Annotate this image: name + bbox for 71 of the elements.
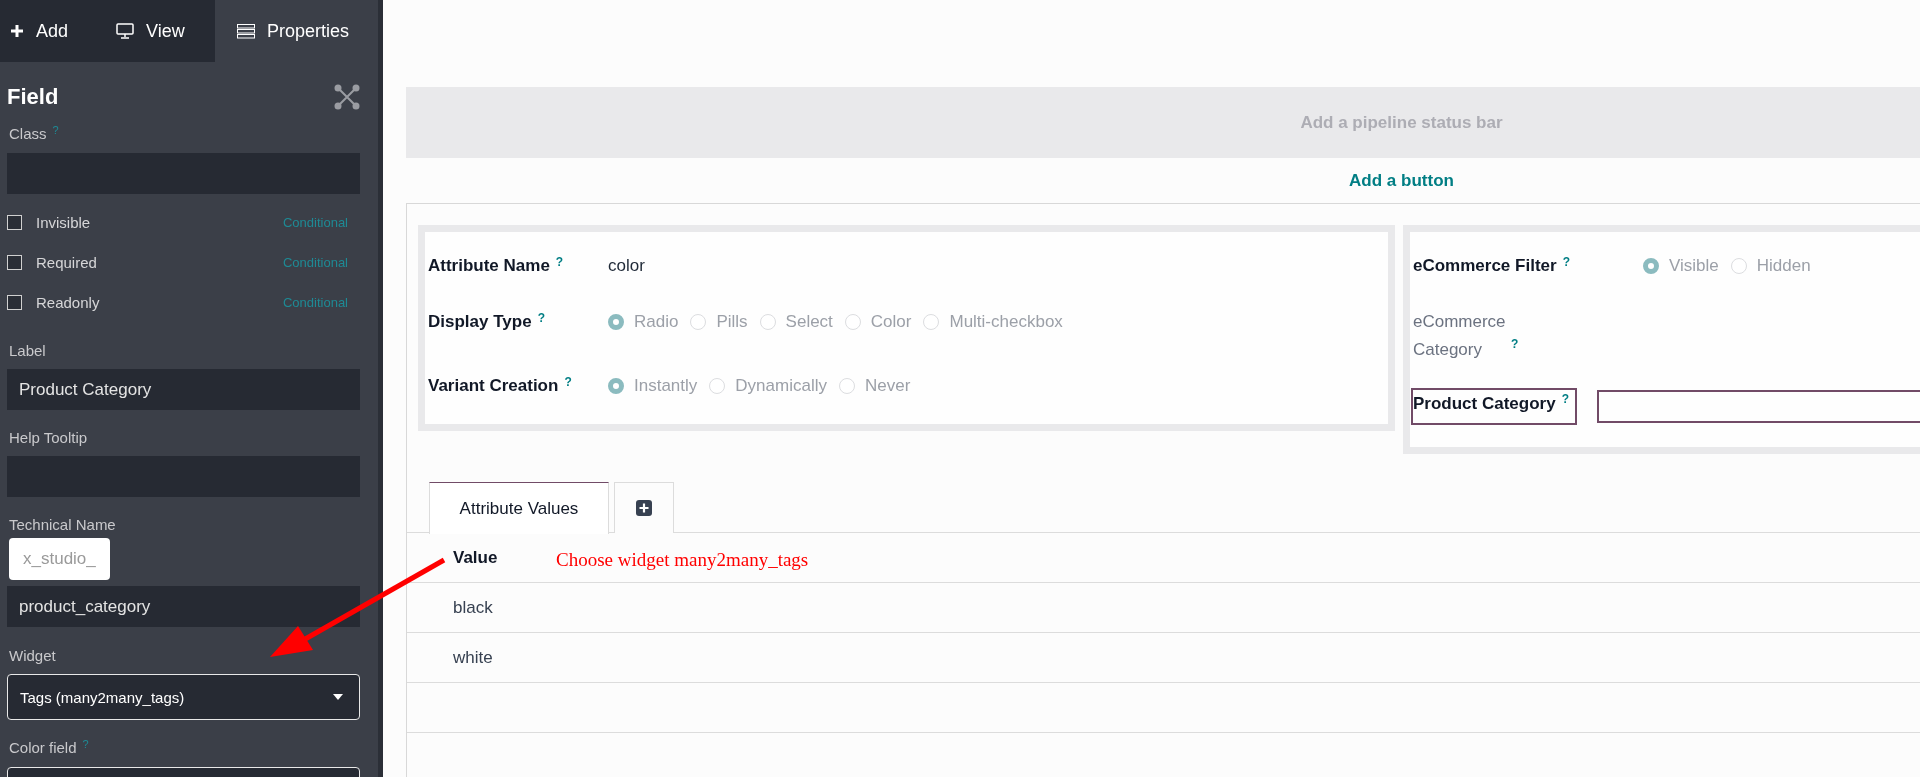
radio-button[interactable] (690, 314, 707, 330)
radio-label: Visible (1669, 256, 1719, 276)
field-value: color (608, 256, 645, 276)
field-label: Display Type (428, 312, 532, 332)
field-label: eCommerce Category (1413, 311, 1505, 361)
radio-label: Multi-checkbox (949, 312, 1063, 332)
field-label: eCommerce Filter (1413, 256, 1557, 276)
field-label: Technical Name (9, 516, 116, 533)
radio-button[interactable] (1730, 258, 1747, 274)
text-field[interactable]: product_category (7, 586, 360, 627)
radio-button[interactable] (844, 314, 861, 330)
table-cell: black (453, 597, 493, 618)
checkbox[interactable] (7, 294, 22, 310)
conditional-link[interactable]: Conditional (282, 214, 348, 230)
radio-label: Instantly (634, 376, 698, 396)
sidebar-tab[interactable]: View (108, 0, 215, 62)
radio-button[interactable] (608, 314, 624, 330)
widget-select[interactable]: Tags (many2many_tags) (7, 674, 360, 720)
annotation-text: Choose widget many2many_tags (556, 549, 809, 571)
radio-label: Pills (716, 312, 748, 332)
prefix-field: x_studio_ (9, 538, 110, 580)
radio-button[interactable] (838, 378, 855, 394)
add-button-link[interactable]: Add a button (1349, 170, 1454, 191)
notebook-tab[interactable]: Attribute Values (429, 482, 609, 534)
radio-button[interactable] (759, 314, 776, 330)
checkbox[interactable] (7, 214, 22, 230)
help-mark[interactable]: ? (1511, 338, 1519, 350)
conditional-link[interactable]: Conditional (282, 294, 348, 310)
new-field-label: Product Category ? (1411, 388, 1577, 425)
radio-label: Color (870, 312, 912, 332)
sidebar-tab[interactable]: Add (0, 0, 108, 62)
radio-label: Dynamically (735, 376, 827, 396)
help-mark[interactable]: ? (1562, 256, 1570, 268)
radio-label: Hidden (1756, 256, 1811, 276)
table-cell: white (453, 647, 493, 668)
column-header: Value (453, 547, 498, 568)
help-mark[interactable]: ? (555, 256, 564, 268)
checkbox-label: Invisible (36, 213, 92, 231)
server-icon (237, 23, 255, 39)
radio-label: Never (864, 376, 911, 396)
field-label: Label (9, 342, 46, 359)
radio-label: Select (785, 312, 833, 332)
radio-label: Radio (634, 312, 679, 332)
radio-button[interactable] (709, 378, 726, 394)
field-label: Variant Creation (428, 376, 559, 396)
field-label: Help Tooltip (9, 429, 88, 446)
plus-icon (10, 24, 24, 38)
field-label: Class (9, 125, 47, 142)
add-tab-button[interactable] (614, 482, 674, 533)
monitor-icon (116, 23, 134, 39)
conditional-link[interactable]: Conditional (282, 254, 348, 270)
help-mark[interactable]: ? (564, 376, 572, 388)
checkbox-label: Readonly (36, 293, 101, 311)
text-field[interactable]: Product Category (7, 369, 360, 410)
help-mark[interactable]: ? (82, 739, 89, 750)
field-label: Widget (9, 647, 56, 664)
field-label: Color field (9, 739, 77, 756)
caret-icon (333, 694, 343, 700)
radio-button[interactable] (608, 378, 624, 394)
radio-button[interactable] (923, 314, 940, 330)
help-mark[interactable]: ? (52, 125, 59, 136)
checkbox-label: Required (36, 253, 98, 271)
help-mark[interactable]: ? (1561, 393, 1569, 405)
help-mark[interactable]: ? (537, 312, 545, 324)
radio-button[interactable] (1643, 258, 1659, 274)
plus-square-icon (636, 500, 652, 516)
nodes-icon (334, 84, 360, 110)
new-field-input[interactable] (1597, 390, 1920, 423)
field-label: Attribute Name (428, 256, 550, 276)
panel-title: Field (7, 84, 59, 110)
checkbox[interactable] (7, 254, 22, 270)
